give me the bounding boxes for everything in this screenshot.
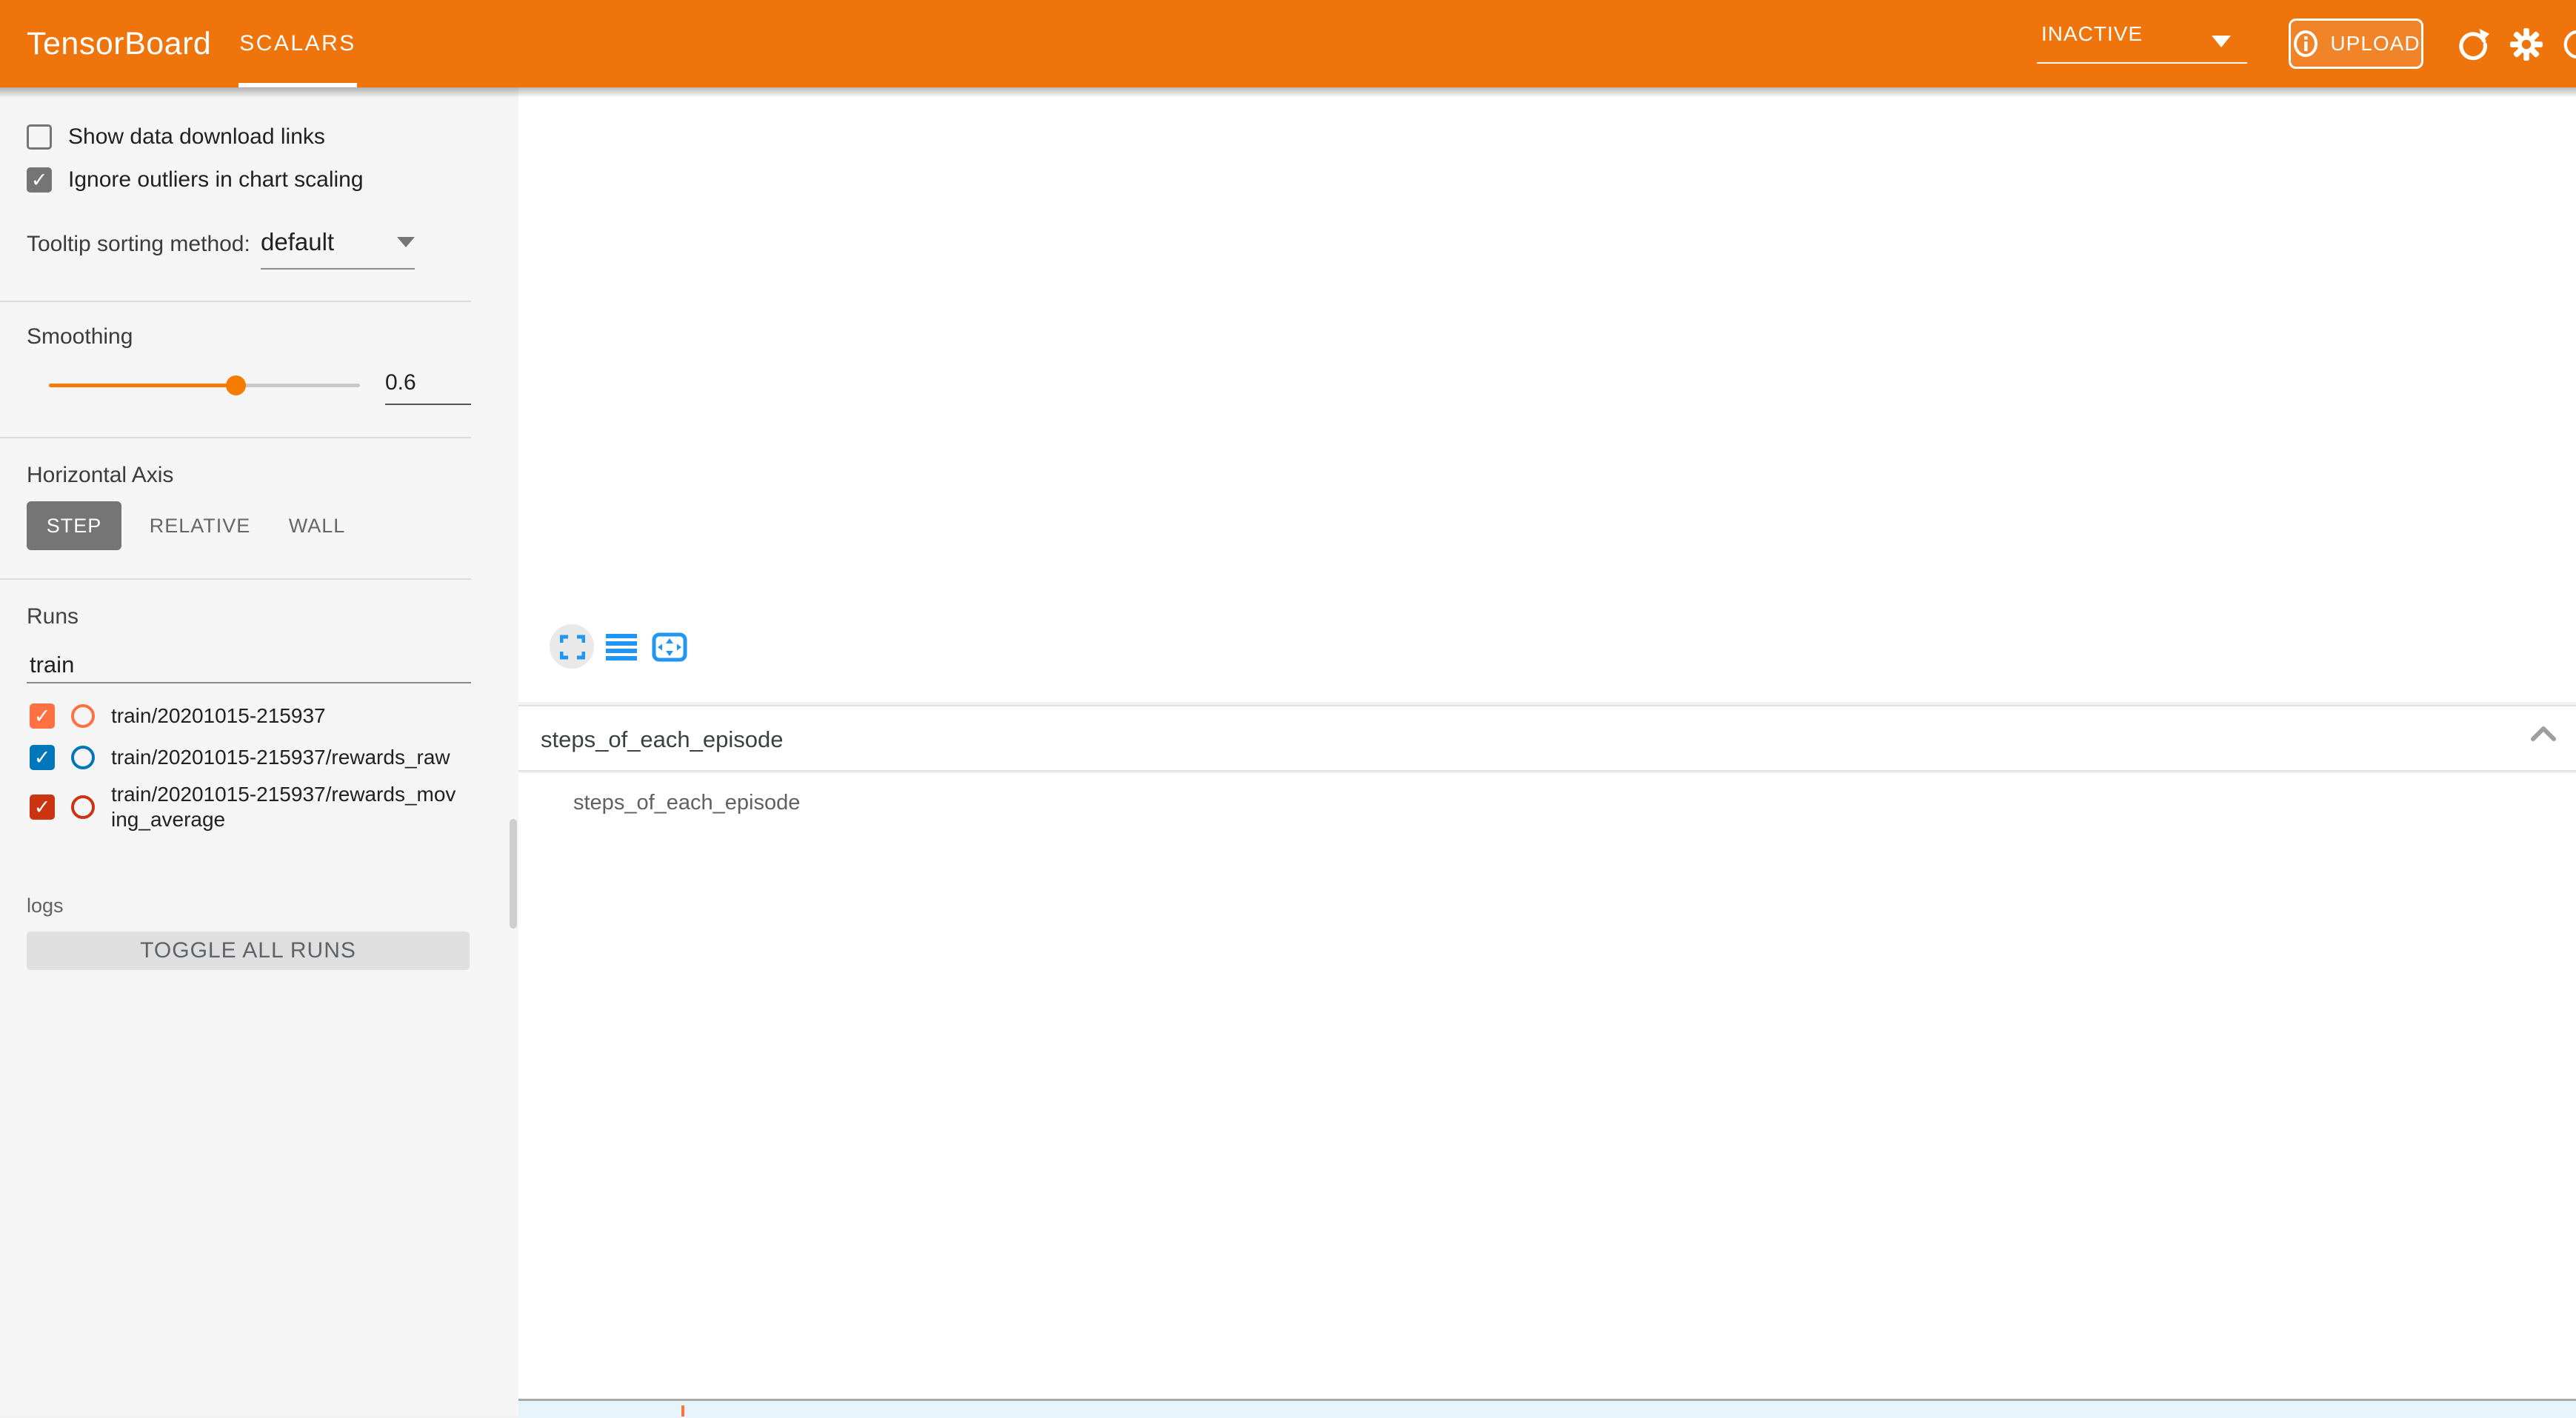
runs-filter-input[interactable]: train (30, 652, 74, 678)
run-label: train/20201015-215937/rewards_raw (111, 745, 450, 770)
upload-button[interactable]: UPLOAD (2289, 19, 2423, 69)
run-checkbox-red[interactable]: ✓ (30, 795, 55, 820)
runs-label-row: Runs (27, 604, 79, 629)
runs-filter-underline (27, 682, 471, 683)
tooltip-select-underline (261, 268, 415, 270)
horizontal-axis-label-row: Horizontal Axis (27, 463, 173, 488)
section-header[interactable]: steps_of_each_episode (518, 705, 2576, 772)
smoothing-slider-thumb[interactable] (226, 375, 246, 395)
rewards-chart-card (518, 87, 2576, 702)
chevron-up-icon[interactable] (2529, 724, 2558, 743)
tooltip-sorting-label: Tooltip sorting method: (27, 232, 250, 257)
refresh-icon[interactable] (2456, 27, 2490, 61)
active-tab-indicator (238, 83, 357, 87)
tooltip-sorting-value: default (261, 228, 334, 256)
section-title: steps_of_each_episode (541, 706, 783, 773)
divider (0, 437, 471, 438)
tooltip-strip (518, 1399, 2576, 1418)
info-icon (2292, 30, 2320, 58)
data-table-icon[interactable] (606, 634, 637, 660)
run-label: train/20201015-215937 (111, 703, 326, 729)
logs-footer: logs (27, 894, 64, 917)
ignore-outliers-row[interactable]: ✓ Ignore outliers in chart scaling (27, 167, 364, 193)
sidebar-scrollbar[interactable] (510, 819, 517, 929)
smoothing-value-underline (385, 404, 471, 405)
run-row-rewards-raw[interactable]: ✓ train/20201015-215937/rewards_raw (30, 745, 450, 770)
steps-chart-card: steps_of_each_episode (518, 773, 2576, 1416)
settings-sidebar: Show data download links ✓ Ignore outlie… (0, 87, 518, 1416)
runs-label: Runs (27, 604, 79, 629)
ignore-outliers-label: Ignore outliers in chart scaling (68, 167, 364, 193)
smoothing-label: Smoothing (27, 324, 133, 350)
help-icon[interactable] (2561, 27, 2576, 61)
upload-button-label: UPLOAD (2330, 32, 2420, 56)
app-header: TensorBoard SCALARS INACTIVE UPLOAD (0, 0, 2576, 87)
show-download-links-row[interactable]: Show data download links (27, 124, 325, 150)
app-title: TensorBoard (27, 0, 211, 87)
run-row-rewards-moving-average[interactable]: ✓ train/20201015-215937/rewards_moving_a… (30, 782, 459, 832)
logs-label: logs (27, 894, 64, 917)
axis-button-step[interactable]: STEP (27, 501, 121, 550)
tooltip-run-color-tick (681, 1405, 684, 1417)
run-radio-orange[interactable] (71, 704, 95, 728)
runs-filter-value: train (30, 652, 74, 678)
run-row-train[interactable]: ✓ train/20201015-215937 (30, 703, 326, 729)
smoothing-label-row: Smoothing (27, 324, 133, 350)
smoothing-slider-fill (49, 384, 236, 387)
fit-domain-icon[interactable] (652, 632, 687, 662)
smoothing-slider[interactable] (49, 384, 360, 387)
status-dropdown-underline (2037, 62, 2247, 64)
chart-title: steps_of_each_episode (573, 791, 800, 815)
divider (0, 578, 471, 580)
chart-toolbar (518, 622, 741, 674)
tab-scalars[interactable]: SCALARS (238, 0, 357, 87)
header-shadow (0, 87, 2576, 98)
axis-button-wall[interactable]: WALL (280, 501, 354, 550)
smoothing-value-input[interactable]: 0.6 (385, 370, 471, 395)
axis-button-relative[interactable]: RELATIVE (139, 501, 261, 550)
checkbox-unchecked[interactable] (27, 124, 52, 150)
run-checkbox-orange[interactable]: ✓ (30, 703, 55, 729)
gear-icon[interactable] (2509, 27, 2543, 61)
status-dropdown-value[interactable]: INACTIVE (2041, 22, 2143, 46)
run-checkbox-blue[interactable]: ✓ (30, 745, 55, 770)
run-radio-red[interactable] (71, 795, 95, 819)
checkbox-checked[interactable]: ✓ (27, 167, 52, 193)
chevron-down-icon[interactable] (2212, 36, 2231, 47)
expand-chart-icon[interactable] (560, 635, 585, 660)
run-radio-blue[interactable] (71, 746, 95, 769)
divider (0, 301, 471, 302)
run-label: train/20201015-215937/rewards_moving_ave… (111, 782, 459, 832)
toggle-all-runs-button[interactable]: TOGGLE ALL RUNS (27, 932, 470, 970)
show-download-links-label: Show data download links (68, 124, 325, 150)
tooltip-sorting-select[interactable]: default (261, 228, 415, 256)
chevron-down-icon (397, 237, 415, 247)
tooltip-sorting-row: Tooltip sorting method: (27, 232, 250, 257)
horizontal-axis-label: Horizontal Axis (27, 463, 173, 488)
